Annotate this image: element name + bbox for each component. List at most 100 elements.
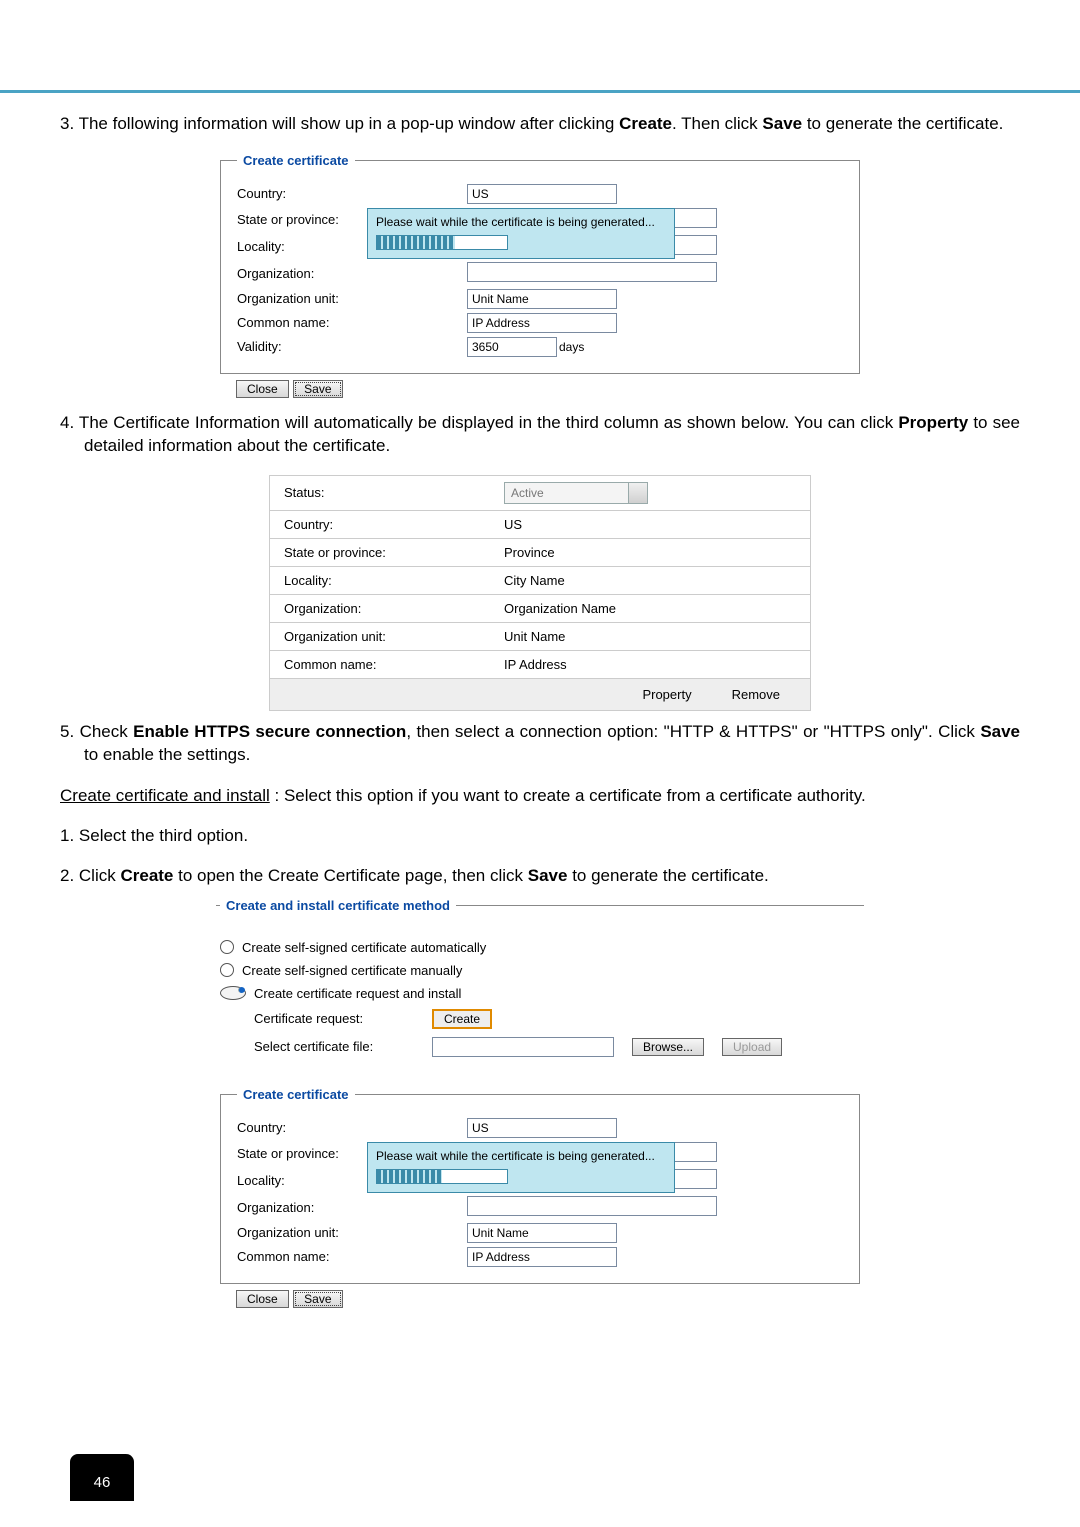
create-cert-screenshot-2: Create certificate Country: US State or … [220,1087,860,1308]
country-input-2[interactable]: US [467,1118,617,1138]
property-button[interactable]: Property [642,687,691,702]
cci-step2-save: Save [528,866,568,885]
cci-step2: 2. Click Create to open the Create Certi… [60,865,1020,888]
cert-status-value: Active [511,486,544,500]
generating-overlay: Please wait while the certificate is bei… [367,208,675,259]
select-file-label: Select certificate file: [254,1039,414,1054]
radio-manual[interactable] [220,963,234,977]
step5-part-b: , then select a connection option: "HTTP… [406,722,980,741]
radio-request-install[interactable] [220,986,246,1000]
organization-input-2[interactable] [467,1196,717,1216]
file-path-input[interactable] [432,1037,614,1057]
step4-property: Property [898,413,968,432]
create-request-button[interactable]: Create [432,1009,492,1029]
orgunit-input[interactable]: Unit Name [467,289,617,309]
cert-country-value: US [504,517,522,532]
step5-text: 5. Check Enable HTTPS secure connection,… [60,721,1020,767]
step3-mid: . Then click [672,114,762,133]
step3-part: 3. The following information will show u… [60,114,619,133]
common-name-input[interactable]: IP Address [467,313,617,333]
country-input[interactable]: US [467,184,617,204]
common-name-input-2[interactable]: IP Address [467,1247,617,1267]
step4-part: 4. The Certificate Information will auto… [60,413,898,432]
cci-title: Create certificate and install [60,786,270,805]
panel2-legend: Create certificate [237,1087,355,1102]
state-label: State or province: [237,212,377,227]
common-name-value-2: IP Address [472,1250,530,1264]
validity-unit: days [559,340,584,354]
country-value-2: US [472,1121,489,1135]
step3-create: Create [619,114,672,133]
progress-bar [376,235,508,250]
validity-input[interactable]: 3650 [467,337,557,357]
common-name-label: Common name: [237,315,377,330]
method-opt2-label: Create self-signed certificate manually [242,963,462,978]
cert-org-label: Organization: [284,601,504,616]
validity-label: Validity: [237,339,377,354]
cert-locality-label: Locality: [284,573,504,588]
cert-status-label: Status: [284,485,504,500]
orgunit-label-2: Organization unit: [237,1225,377,1240]
cert-org-value: Organization Name [504,601,616,616]
install-method-panel: Create and install certificate method Cr… [216,905,864,1073]
overlay-message: Please wait while the certificate is bei… [376,215,655,229]
progress-bar-2 [376,1169,508,1184]
close-button[interactable]: Close [236,380,289,398]
cert-country-label: Country: [284,517,504,532]
cci-desc: : Select this option if you want to crea… [270,786,866,805]
validity-value: 3650 [472,340,499,354]
step3-save: Save [762,114,802,133]
step4-text: 4. The Certificate Information will auto… [60,412,1020,458]
country-label-2: Country: [237,1120,377,1135]
method-opt3-label: Create certificate request and install [254,986,461,1001]
state-label-2: State or province: [237,1146,377,1161]
save-button-2[interactable]: Save [293,1290,342,1308]
organization-input[interactable] [467,262,717,282]
create-cert-screenshot-1: Create certificate Country: US State or … [220,153,860,398]
orgunit-input-2[interactable]: Unit Name [467,1223,617,1243]
cert-orgunit-value: Unit Name [504,629,565,644]
overlay-message-2: Please wait while the certificate is bei… [376,1149,655,1163]
cert-locality-value: City Name [504,573,565,588]
orgunit-value: Unit Name [472,292,529,306]
orgunit-label: Organization unit: [237,291,377,306]
organization-label-2: Organization: [237,1200,377,1215]
step5-enable-https: Enable HTTPS secure connection [133,722,406,741]
remove-button[interactable]: Remove [732,687,780,702]
step5-save: Save [980,722,1020,741]
cert-request-label: Certificate request: [254,1011,414,1026]
method-legend: Create and install certificate method [220,898,456,913]
panel1-legend: Create certificate [237,153,355,168]
step5-part-c: to enable the settings. [84,745,250,764]
step3-text: 3. The following information will show u… [60,113,1020,136]
cert-common-value: IP Address [504,657,567,672]
cert-state-value: Province [504,545,555,560]
chevron-down-icon [634,490,642,495]
cert-orgunit-label: Organization unit: [284,629,504,644]
locality-label: Locality: [237,239,377,254]
common-name-label-2: Common name: [237,1249,377,1264]
orgunit-value-2: Unit Name [472,1226,529,1240]
method-opt1-label: Create self-signed certificate automatic… [242,940,486,955]
common-name-value: IP Address [472,316,530,330]
save-button[interactable]: Save [293,380,342,398]
cci-step2-create: Create [120,866,173,885]
step3-end: to generate the certificate. [802,114,1003,133]
radio-auto[interactable] [220,940,234,954]
upload-button[interactable]: Upload [722,1038,782,1056]
cert-state-label: State or province: [284,545,504,560]
cert-common-label: Common name: [284,657,504,672]
country-label: Country: [237,186,377,201]
locality-label-2: Locality: [237,1173,377,1188]
browse-button[interactable]: Browse... [632,1038,704,1056]
cci-step2-a: 2. Click [60,866,120,885]
cci-step2-b: to open the Create Certificate page, the… [173,866,527,885]
step5-part-a: 5. Check [60,722,133,741]
cert-status-select[interactable]: Active [504,482,648,504]
cci-step1: 1. Select the third option. [60,825,1020,848]
cci-step2-c: to generate the certificate. [567,866,768,885]
header-band [0,0,1080,93]
close-button-2[interactable]: Close [236,1290,289,1308]
certificate-info-table: Status: Active Country:US State or provi… [269,475,811,711]
generating-overlay-2: Please wait while the certificate is bei… [367,1142,675,1193]
